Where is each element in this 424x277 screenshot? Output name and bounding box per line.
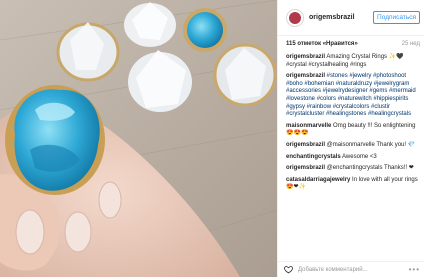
post-header: origemsbrazil Подписаться	[278, 0, 424, 36]
comment-author[interactable]: enchantingcrystals	[286, 154, 341, 160]
comment-author[interactable]: catasaldarriagajewelry	[286, 177, 350, 183]
comment: origemsbrazil @enchantingcrystals Thanks…	[286, 165, 418, 173]
comment: origemsbrazil #stones #jewelry #photosho…	[286, 73, 418, 119]
comment-text: Awesome <3	[340, 153, 377, 160]
comment-bar: Добавьте комментарий... •••	[278, 261, 424, 277]
likes-row: 115 отметок «Нравится» 25 нед	[278, 36, 424, 52]
crystal-rings-photo	[0, 0, 277, 277]
comment-author[interactable]: origemsbrazil	[286, 73, 325, 79]
avatar[interactable]	[286, 8, 304, 27]
comment: origemsbrazil @maisonmarvelle Thank you!…	[286, 142, 418, 150]
likes-count[interactable]: 115 отметок «Нравится»	[286, 41, 358, 47]
comment-author[interactable]: origemsbrazil	[286, 142, 325, 148]
avatar-logo	[289, 11, 301, 24]
more-icon[interactable]: •••	[409, 265, 420, 274]
username-link[interactable]: origemsbrazil	[309, 14, 355, 21]
comments-list[interactable]: origemsbrazil Amazing Crystal Rings ✨🖤 #…	[278, 52, 424, 261]
post-side-panel: origemsbrazil Подписаться 115 отметок «Н…	[277, 0, 424, 277]
comment-text: @maisonmarvelle Thank you! 💎	[325, 141, 416, 148]
comment-input[interactable]: Добавьте комментарий...	[298, 267, 368, 273]
comment: maisonmarvelle Omg beauty !!! So enlight…	[286, 123, 418, 138]
comment-text: @enchantingcrystals Thanks!! ❤	[325, 165, 414, 172]
post-photo[interactable]	[0, 0, 277, 277]
comment: origemsbrazil Amazing Crystal Rings ✨🖤 #…	[286, 54, 418, 69]
heart-icon[interactable]	[284, 265, 293, 274]
post-age[interactable]: 25 нед	[402, 41, 420, 47]
comment: catasaldarriagajewelry In love with all …	[286, 177, 418, 192]
follow-button[interactable]: Подписаться	[373, 11, 420, 24]
comment-author[interactable]: origemsbrazil	[286, 165, 325, 171]
comment: enchantingcrystals Awesome <3	[286, 154, 418, 162]
comment-text[interactable]: #stones #jewelry #photoshoot #boho #bohe…	[286, 73, 416, 117]
instagram-post: origemsbrazil Подписаться 115 отметок «Н…	[0, 0, 424, 277]
comment-author[interactable]: maisonmarvelle	[286, 123, 331, 129]
comment-author[interactable]: origemsbrazil	[286, 54, 325, 60]
